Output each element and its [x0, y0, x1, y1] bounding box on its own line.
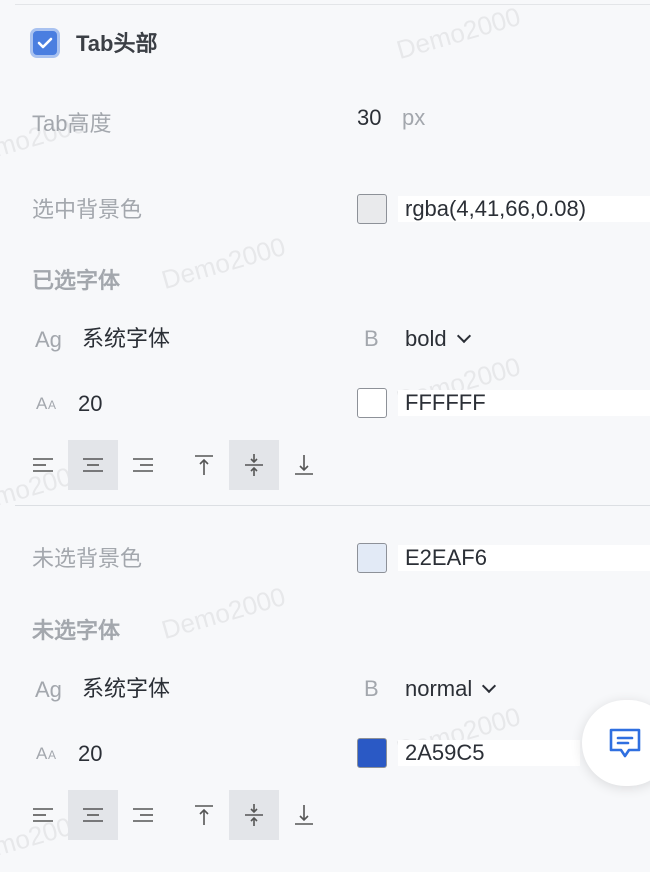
svg-text:A: A: [36, 744, 48, 763]
font-weight-icon: B: [364, 326, 379, 351]
align-left-button[interactable]: [18, 790, 68, 840]
align-middle-icon: [245, 804, 263, 826]
checkmark-icon: [37, 37, 53, 49]
align-bottom-button[interactable]: [279, 790, 329, 840]
chat-button[interactable]: [582, 700, 650, 786]
unselected-bg-value[interactable]: E2EAF6: [405, 544, 487, 572]
align-center-icon: [83, 808, 103, 822]
unselected-bg-label: 未选背景色: [32, 546, 143, 571]
unselected-bg-swatch[interactable]: [357, 543, 387, 573]
unselected-font-color-swatch[interactable]: [357, 738, 387, 768]
align-bottom-button[interactable]: [279, 440, 329, 490]
align-top-icon: [195, 455, 213, 475]
watermark: Demo2000: [393, 1, 524, 65]
align-middle-button[interactable]: [229, 790, 279, 840]
align-left-icon: [33, 458, 53, 472]
selected-font-family-select[interactable]: 系统字体: [82, 325, 170, 353]
align-middle-icon: [245, 454, 263, 476]
unselected-font-weight-select[interactable]: normal: [405, 675, 497, 703]
svg-text:A: A: [48, 748, 56, 762]
watermark: Demo2000: [158, 231, 289, 295]
unselected-font-weight-value: normal: [405, 676, 473, 701]
selected-font-weight-value: bold: [405, 326, 447, 351]
selected-font-color-value[interactable]: FFFFFF: [405, 389, 486, 417]
unselected-font-color-value[interactable]: 2A59C5: [405, 739, 485, 767]
align-center-button[interactable]: [68, 440, 118, 490]
unselected-font-family-select[interactable]: 系统字体: [82, 675, 170, 703]
align-right-button[interactable]: [118, 440, 168, 490]
selected-font-label: 已选字体: [32, 268, 121, 293]
selected-bg-value[interactable]: rgba(4,41,66,0.08): [405, 195, 586, 223]
align-middle-button[interactable]: [229, 440, 279, 490]
selected-font-weight-select[interactable]: bold: [405, 325, 471, 353]
tab-header-checkbox[interactable]: [30, 28, 60, 58]
svg-text:A: A: [36, 394, 48, 413]
font-family-icon: Ag: [35, 327, 62, 352]
watermark: Demo2000: [158, 581, 289, 645]
svg-text:A: A: [48, 398, 56, 412]
chat-icon: [609, 728, 641, 758]
align-right-button[interactable]: [118, 790, 168, 840]
font-family-icon: Ag: [35, 677, 62, 702]
tab-height-unit: px: [402, 105, 426, 130]
selected-font-color-swatch[interactable]: [357, 388, 387, 418]
selected-bg-label: 选中背景色: [32, 197, 143, 222]
selected-bg-swatch[interactable]: [357, 194, 387, 224]
chevron-down-icon: [482, 678, 497, 694]
align-left-icon: [33, 808, 53, 822]
align-left-button[interactable]: [18, 440, 68, 490]
top-divider: [15, 4, 650, 5]
align-center-icon: [83, 458, 103, 472]
align-top-button[interactable]: [179, 440, 229, 490]
tab-height-input[interactable]: 30: [357, 104, 381, 132]
unselected-font-size-input[interactable]: 20: [78, 740, 102, 768]
tab-height-label: Tab高度: [32, 111, 112, 136]
align-top-button[interactable]: [179, 790, 229, 840]
unselected-font-label: 未选字体: [32, 618, 121, 643]
font-size-icon: A A: [36, 742, 62, 769]
align-top-icon: [195, 805, 213, 825]
align-bottom-icon: [295, 455, 313, 475]
font-size-icon: A A: [36, 392, 62, 419]
section-title: Tab头部: [76, 31, 158, 56]
section-divider: [15, 505, 650, 506]
align-center-button[interactable]: [68, 790, 118, 840]
selected-font-size-input[interactable]: 20: [78, 390, 102, 418]
align-right-icon: [133, 808, 153, 822]
chevron-down-icon: [456, 328, 471, 344]
font-weight-icon: B: [364, 676, 379, 701]
align-right-icon: [133, 458, 153, 472]
align-bottom-icon: [295, 805, 313, 825]
